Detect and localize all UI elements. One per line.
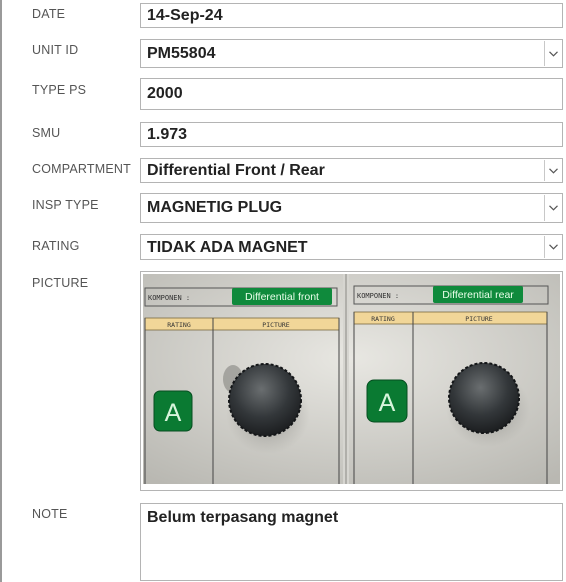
picture-field[interactable]: KOMPONEN : Differential front RATING PIC… <box>140 271 563 491</box>
right-picture-column-header: PICTURE <box>465 315 492 323</box>
insp-type-select[interactable]: MAGNETIG PLUG <box>140 193 563 223</box>
unit-id-label: UNIT ID <box>32 43 79 57</box>
smu-value: 1.973 <box>147 126 188 143</box>
smu-field[interactable]: 1.973 <box>140 122 563 147</box>
insp-type-label: INSP TYPE <box>32 198 99 212</box>
rating-select[interactable]: TIDAK ADA MAGNET <box>140 234 563 260</box>
left-komponen-label: KOMPONEN : <box>148 294 190 302</box>
left-grade-badge: A <box>165 399 182 427</box>
chevron-down-icon <box>548 244 558 250</box>
compartment-value: Differential Front / Rear <box>147 162 325 179</box>
chevron-down-icon <box>548 50 558 57</box>
picture-label: PICTURE <box>32 276 89 290</box>
note-textarea[interactable]: Belum terpasang magnet <box>140 503 563 581</box>
compartment-dropdown-button[interactable] <box>544 160 561 181</box>
right-komponen-label: KOMPONEN : <box>357 292 399 300</box>
compartment-select[interactable]: Differential Front / Rear <box>140 158 563 183</box>
type-ps-field[interactable]: 2000 <box>140 78 563 110</box>
insp-type-value: MAGNETIG PLUG <box>147 199 283 216</box>
unit-id-select[interactable]: PM55804 <box>140 39 563 68</box>
rating-value: TIDAK ADA MAGNET <box>147 239 308 256</box>
unit-id-dropdown-button[interactable] <box>544 41 561 66</box>
left-picture-column-header: PICTURE <box>262 321 289 329</box>
form-left-border <box>0 0 2 582</box>
unit-id-value: PM55804 <box>147 45 216 62</box>
chevron-down-icon <box>548 167 558 174</box>
left-component-tag: Differential front <box>245 291 319 303</box>
chevron-down-icon <box>548 205 558 211</box>
insp-type-dropdown-button[interactable] <box>544 195 561 221</box>
date-value: 14-Sep-24 <box>147 7 223 24</box>
type-ps-label: TYPE PS <box>32 83 87 97</box>
note-value: Belum terpasang magnet <box>147 509 339 526</box>
note-label: NOTE <box>32 507 68 521</box>
right-grade-badge: A <box>379 389 396 417</box>
type-ps-value: 2000 <box>147 85 183 102</box>
date-field[interactable]: 14-Sep-24 <box>140 3 563 28</box>
left-rating-column-header: RATING <box>167 321 191 329</box>
date-label: DATE <box>32 7 66 21</box>
compartment-label: COMPARTMENT <box>32 162 131 176</box>
rating-label: RATING <box>32 239 80 253</box>
rating-dropdown-button[interactable] <box>544 236 561 258</box>
right-rating-column-header: RATING <box>371 315 395 323</box>
smu-label: SMU <box>32 126 61 140</box>
right-component-tag: Differential rear <box>442 289 514 301</box>
inspection-photo: KOMPONEN : Differential front RATING PIC… <box>143 274 560 484</box>
